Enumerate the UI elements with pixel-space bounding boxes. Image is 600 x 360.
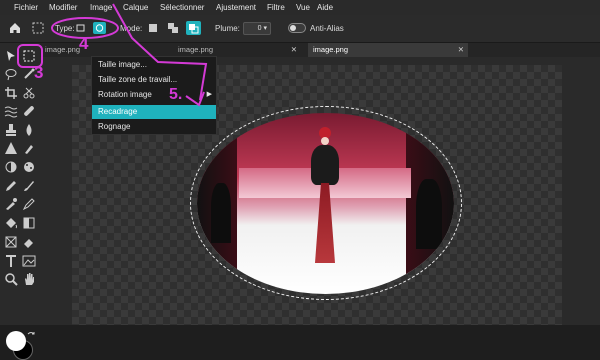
lasso-tool-icon[interactable] [4,67,18,81]
tab-image-3[interactable]: image.png ✕ [308,43,468,57]
sharpen-icon[interactable] [4,141,18,155]
image-icon[interactable] [22,254,36,268]
menu-item-taille-image[interactable]: Taille image... [92,58,216,72]
menu-vue[interactable]: Vue [296,3,310,12]
move-tool-icon[interactable] [4,49,18,63]
menu-fichier[interactable]: Fichier [14,3,38,12]
annotation-number-4: 4 [79,34,89,53]
liquify-icon[interactable] [4,104,18,118]
hand-icon[interactable] [22,272,36,286]
type-ellipse-button[interactable] [93,22,106,34]
bucket-icon[interactable] [4,216,18,230]
menu-item-rognage[interactable]: Rognage [92,120,216,134]
annotation-number-5: 5. [169,86,183,103]
home-icon[interactable] [8,21,22,35]
antialias-label: Anti-Alias [310,24,344,33]
crop-tool-icon[interactable] [4,86,18,100]
options-bar: Type: Mode: Plume: 0 ▾ Anti-Alias [0,15,600,43]
mode-subtract-button[interactable] [186,21,201,35]
tab-image-2[interactable]: image.png ✕ [173,43,301,57]
gradient-icon[interactable] [22,216,36,230]
menu-modifier[interactable]: Modifier [49,3,77,12]
menu-image[interactable]: Image [90,3,112,12]
rotation-label: Rotation image [98,90,152,99]
healing-icon[interactable] [22,104,36,118]
brush-icon[interactable] [22,179,36,193]
menu-bar: Fichier Modifier Image Calque Sélectionn… [0,0,600,15]
plume-value: 0 [257,25,262,32]
marquee-tool-icon[interactable] [22,49,36,63]
scissors-icon[interactable] [22,86,36,100]
dodge-icon[interactable] [4,160,18,174]
mode-add-icon[interactable] [166,21,180,35]
menu-item-rotation[interactable]: Rotation image ▶ [92,88,216,102]
mode-label: Mode: [120,24,143,33]
document-tabs: image.png image.png ✕ image.png ✕ [40,43,600,57]
text-tool-icon[interactable] [4,254,18,268]
stamp-icon[interactable] [4,123,18,137]
ellipse-icon [95,24,104,32]
menu-selectionner[interactable]: Sélectionner [160,3,204,12]
smudge-icon[interactable] [22,141,36,155]
sponge-icon[interactable] [22,160,36,174]
menu-item-taille-zone[interactable]: Taille zone de travail... [92,73,216,87]
toggle-knob [290,25,296,31]
plume-select[interactable]: 0 ▾ [243,22,271,35]
foreground-color-swatch[interactable] [6,331,26,351]
elliptical-selection[interactable] [190,106,462,300]
drop-icon[interactable] [22,123,36,137]
plume-label: Plume: [215,24,240,33]
tool-panel [0,43,40,360]
marquee-tool-icon [32,22,44,34]
type-rectangle-button[interactable] [74,22,87,34]
close-icon[interactable]: ✕ [291,43,297,57]
submenu-arrow-icon: ▶ [206,91,212,98]
replace-color-icon[interactable] [4,197,18,211]
pencil-icon[interactable] [4,179,18,193]
rectangle-icon [76,24,85,32]
menu-aide[interactable]: Aide [317,3,333,12]
close-icon[interactable]: ✕ [458,43,464,57]
mode-subtract-icon [189,24,199,34]
menu-calque[interactable]: Calque [123,3,148,12]
menu-ajustement[interactable]: Ajustement [216,3,256,12]
tab-label: image.png [45,45,81,54]
type-label: Type: [55,24,75,33]
antialias-toggle[interactable] [288,23,306,33]
eraser-icon[interactable] [22,235,36,249]
zoom-icon[interactable] [4,272,18,286]
image-menu-dropdown: Taille image... Taille zone de travail..… [91,56,217,135]
mode-new-icon[interactable] [146,21,160,35]
swap-colors-icon[interactable] [27,331,35,339]
tab-label: image.png [178,45,214,54]
shape-icon[interactable] [4,235,18,249]
draw-icon[interactable] [22,197,36,211]
annotation-number-3: 3 [34,63,44,82]
menu-filtre[interactable]: Filtre [267,3,285,12]
tab-label: image.png [313,45,349,54]
menu-item-recadrage[interactable]: Recadrage [92,105,216,119]
